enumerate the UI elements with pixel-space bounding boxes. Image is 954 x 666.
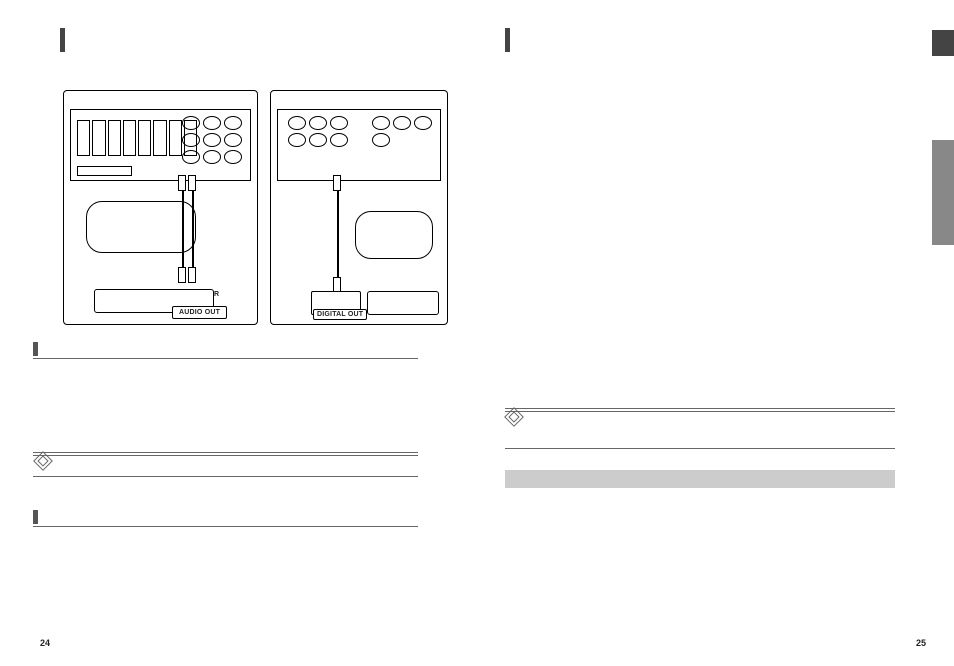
section-rule <box>33 526 418 527</box>
optical-cable <box>337 179 339 289</box>
callout-bubble <box>355 211 433 259</box>
section-rule <box>33 358 418 359</box>
highlight-strip <box>505 470 895 488</box>
rca-plug-icon <box>188 175 196 191</box>
diagram-digital-audio-connection: DIGITAL OUT <box>270 90 448 325</box>
diagram-analog-audio-connection: AUDIO OUT R <box>63 90 258 325</box>
optical-plug-icon <box>333 175 341 191</box>
rca-plug-icon <box>178 267 186 283</box>
receiver-rear-panel <box>70 109 251 181</box>
section-marker <box>33 510 38 524</box>
page-number-left: 24 <box>40 638 50 648</box>
section-marker <box>33 342 38 356</box>
receiver-rear-panel <box>277 109 441 181</box>
double-rule <box>33 452 418 453</box>
rca-plug-icon <box>178 175 186 191</box>
section-rule <box>33 476 418 477</box>
page-number-right: 25 <box>916 638 926 648</box>
callout-bubble <box>86 201 196 253</box>
channel-r-label: R <box>214 291 219 298</box>
page-24: AUDIO OUT R DIGITAL OUT <box>0 0 477 666</box>
audio-out-label: AUDIO OUT <box>172 306 227 319</box>
audio-cable <box>182 179 184 279</box>
section-rule <box>505 448 895 449</box>
page-25: ≀ FM 75 Ω RADIO ANT FM 75 Ω <box>477 0 954 666</box>
double-rule <box>505 408 895 409</box>
digital-out-label: DIGITAL OUT <box>313 309 367 320</box>
audio-cable <box>192 179 194 279</box>
rca-plug-icon <box>188 267 196 283</box>
external-device <box>367 291 439 315</box>
